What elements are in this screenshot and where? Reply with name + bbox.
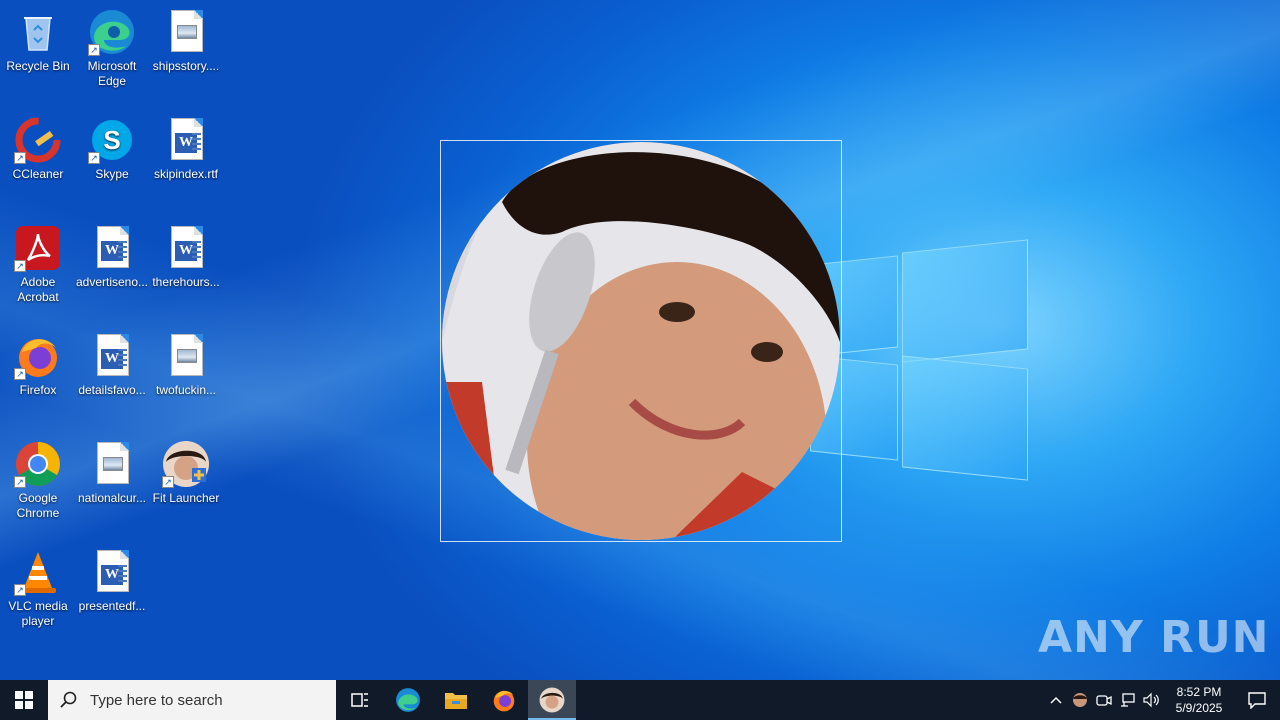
taskbar: Type here to search 8:52 PM 5/9/2025: [0, 680, 1280, 720]
taskbar-clock[interactable]: 8:52 PM 5/9/2025: [1164, 684, 1234, 716]
word-document-icon: W: [162, 116, 210, 164]
clock-date: 5/9/2025: [1175, 701, 1223, 715]
image-file-icon: [162, 332, 210, 380]
desktop-icon-skype[interactable]: S ↗ Skype: [74, 116, 150, 182]
desktop-icon-label: skipindex.rtf: [153, 167, 219, 181]
desktop-icon-label: VLC media player: [8, 599, 68, 628]
desktop-icon-label: twofuckin...: [155, 383, 217, 397]
desktop-icon-recycle-bin[interactable]: Recycle Bin: [0, 8, 76, 74]
desktop-icon-label: nationalcur...: [77, 491, 147, 505]
fit-launcher-icon: ↗: [162, 440, 210, 488]
desktop-icon-label: Fit Launcher: [152, 491, 220, 505]
desktop-icon-skipindex[interactable]: W skipindex.rtf: [148, 116, 224, 182]
system-tray: 8:52 PM 5/9/2025: [1044, 680, 1280, 720]
word-document-icon: W: [88, 548, 136, 596]
word-document-icon: W: [88, 332, 136, 380]
taskbar-file-explorer-button[interactable]: [432, 680, 480, 720]
edge-icon: [396, 688, 420, 712]
taskbar-firefox-button[interactable]: [480, 680, 528, 720]
network-icon: [1121, 693, 1135, 707]
desktop-icon-google-chrome[interactable]: ↗ Google Chrome: [0, 440, 76, 521]
speaker-icon: [1143, 692, 1159, 708]
vlc-icon: ↗: [14, 548, 62, 596]
word-document-icon: W: [88, 224, 136, 272]
chrome-icon: ↗: [14, 440, 62, 488]
search-placeholder: Type here to search: [90, 691, 223, 709]
desktop-icon-label: Adobe Acrobat: [17, 275, 59, 304]
action-center-button[interactable]: [1234, 691, 1280, 709]
desktop-icon-therehours[interactable]: W therehours...: [148, 224, 224, 290]
ccleaner-icon: ↗: [14, 116, 62, 164]
windows-start-icon: [15, 691, 33, 709]
desktop-icon-shipsstory[interactable]: shipsstory....: [148, 8, 224, 74]
fit-launcher-icon: [539, 687, 565, 713]
tray-meet-now[interactable]: [1092, 680, 1116, 720]
desktop-icon-microsoft-edge[interactable]: ↗ Microsoft Edge: [74, 8, 150, 89]
portrait-picture-window[interactable]: [440, 140, 842, 542]
clock-time: 8:52 PM: [1176, 685, 1222, 699]
tray-network[interactable]: [1116, 680, 1140, 720]
chevron-up-icon: [1050, 696, 1062, 704]
desktop-icon-firefox[interactable]: ↗ Firefox: [0, 332, 76, 398]
show-hidden-icons-button[interactable]: [1044, 680, 1068, 720]
task-view-icon: [351, 693, 368, 707]
anyrun-watermark: ANY RUN: [1038, 612, 1270, 663]
word-document-icon: W: [162, 224, 210, 272]
firefox-icon: ↗: [14, 332, 62, 380]
desktop-icon-ccleaner[interactable]: ↗ CCleaner: [0, 116, 76, 182]
fit-launcher-tray-icon: [1073, 693, 1087, 707]
desktop-icon-label: shipsstory....: [152, 59, 220, 73]
taskbar-search-box[interactable]: Type here to search: [48, 680, 336, 720]
acrobat-icon: ↗: [14, 224, 62, 272]
desktop-icon-presentedf[interactable]: W presentedf...: [74, 548, 150, 614]
desktop-icon-adobe-acrobat[interactable]: ↗ Adobe Acrobat: [0, 224, 76, 305]
desktop-icon-twofuckin[interactable]: twofuckin...: [148, 332, 224, 398]
tray-fit-launcher[interactable]: [1068, 680, 1092, 720]
portrait-photo: [442, 142, 840, 540]
edge-icon: ↗: [88, 8, 136, 56]
taskbar-edge-button[interactable]: [384, 680, 432, 720]
skype-icon: S ↗: [88, 116, 136, 164]
desktop-icon-label: Firefox: [19, 383, 57, 397]
taskbar-fit-launcher-button[interactable]: [528, 680, 576, 720]
desktop-icon-label: Skype: [95, 167, 129, 181]
firefox-icon: [493, 690, 515, 712]
desktop-icon-vlc[interactable]: ↗ VLC media player: [0, 548, 76, 629]
desktop-icon-label: therehours...: [152, 275, 220, 289]
desktop-icon-label: detailsfavo...: [78, 383, 146, 397]
svg-text:S: S: [103, 125, 120, 155]
search-icon: [60, 691, 77, 708]
image-file-icon: [88, 440, 136, 488]
desktop-icon-label: advertiseno...: [75, 275, 149, 289]
notification-icon: [1248, 692, 1266, 709]
desktop-icon-label: presentedf...: [78, 599, 146, 613]
desktop-icon-label: CCleaner: [12, 167, 64, 181]
desktop-icon-nationalcur[interactable]: nationalcur...: [74, 440, 150, 506]
desktop-icon-label: Recycle Bin: [6, 59, 70, 73]
camera-icon: [1096, 695, 1112, 706]
file-explorer-icon: [445, 693, 467, 709]
recycle-bin-icon: [14, 8, 62, 56]
desktop-icon-label: Microsoft Edge: [87, 59, 137, 88]
desktop-icon-label: Google Chrome: [16, 491, 60, 520]
tray-volume[interactable]: [1140, 680, 1164, 720]
desktop-icon-fit-launcher[interactable]: ↗ Fit Launcher: [148, 440, 224, 506]
image-file-icon: [162, 8, 210, 56]
desktop-icon-advertiseno[interactable]: W advertiseno...: [74, 224, 150, 290]
task-view-button[interactable]: [336, 680, 384, 720]
desktop-icon-detailsfavo[interactable]: W detailsfavo...: [74, 332, 150, 398]
start-button[interactable]: [0, 680, 48, 720]
